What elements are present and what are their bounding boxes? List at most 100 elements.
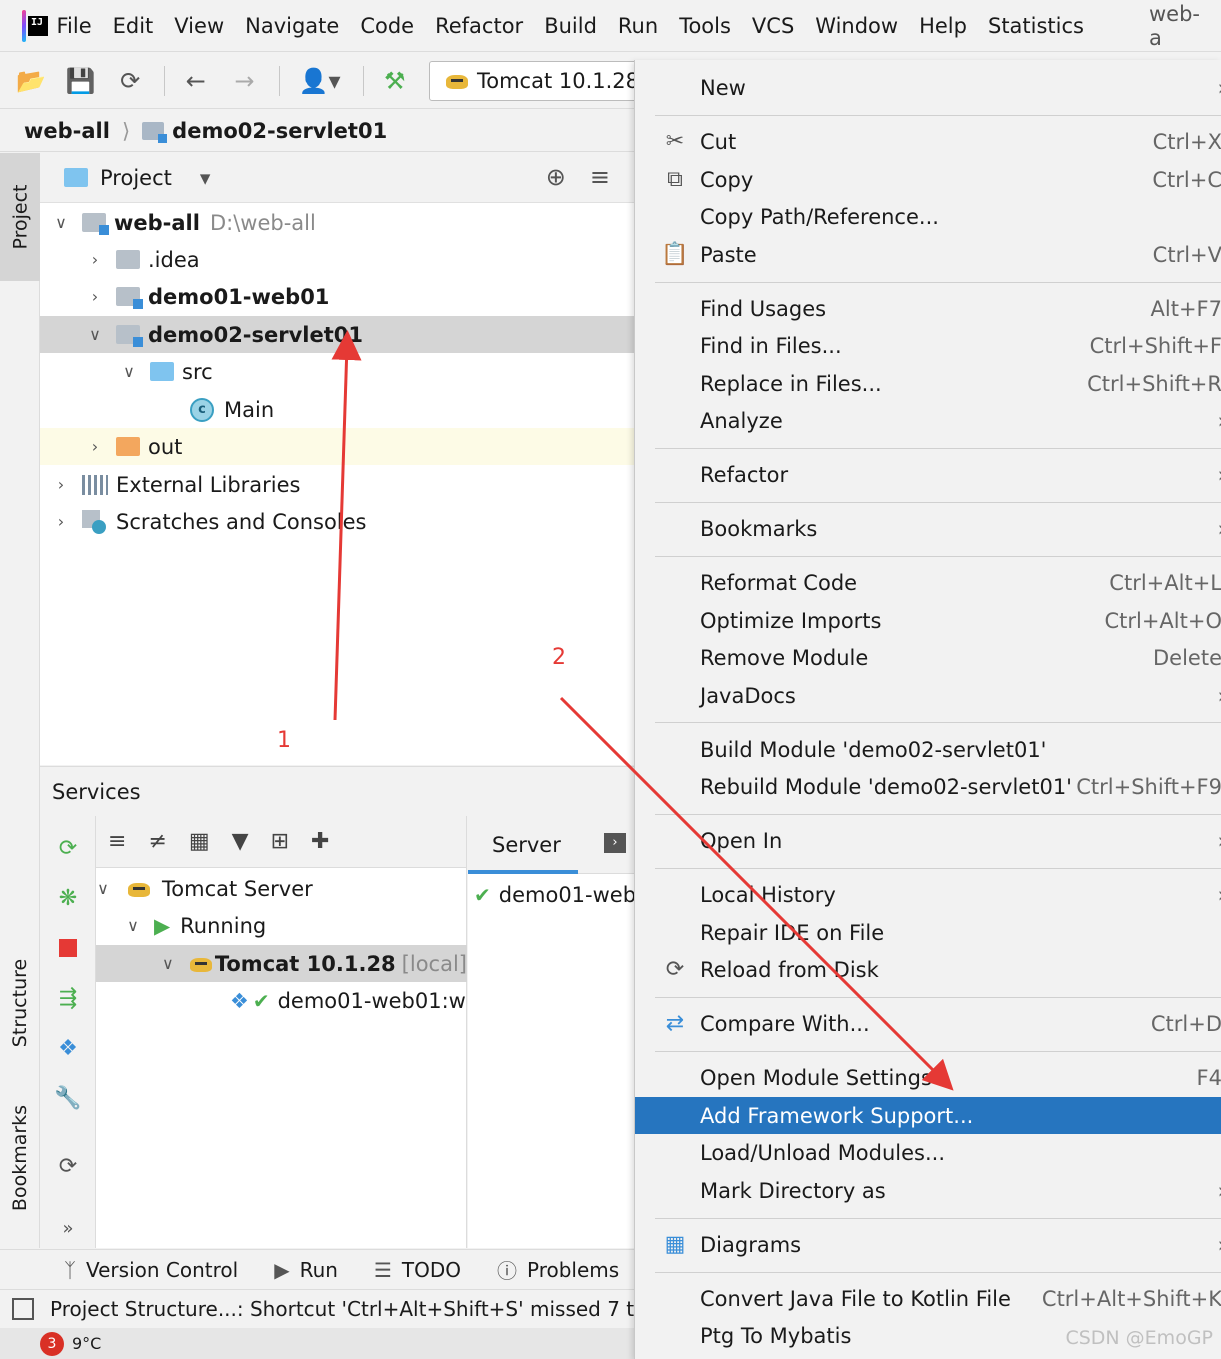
menu-item-find-in-files[interactable]: Find in Files... Ctrl+Shift+F (635, 327, 1221, 364)
menu-item-bookmarks[interactable]: Bookmarks› (635, 510, 1221, 547)
user-dropdown-icon[interactable]: 👤▾ (296, 66, 344, 96)
menu-item-compare-with[interactable]: ⇄ Compare With... Ctrl+D (635, 1005, 1221, 1042)
deploy-icon[interactable]: ⇶ (54, 984, 82, 1012)
menu-item-copy[interactable]: ⧉ Copy Ctrl+C (635, 161, 1221, 198)
menu-item-javadocs[interactable]: JavaDocs› (635, 677, 1221, 714)
menu-statistics[interactable]: Statistics (988, 14, 1084, 38)
sync-icon[interactable]: ⟳ (116, 66, 145, 96)
refresh-icon[interactable]: ⟳ (54, 1152, 82, 1180)
tab-todo[interactable]: ☰ TODO (374, 1258, 461, 1282)
menu-item-refactor[interactable]: Refactor› (635, 456, 1221, 493)
menu-code[interactable]: Code (360, 14, 414, 38)
filter-icon[interactable]: ▼ (232, 829, 249, 854)
menu-item-load-unload-modules[interactable]: Load/Unload Modules... (635, 1134, 1221, 1171)
chevron-right-icon[interactable]: › (88, 250, 102, 269)
save-all-icon[interactable]: 💾 (66, 66, 96, 96)
tree-item-main[interactable]: c Main (40, 391, 634, 428)
menu-item-build-module[interactable]: Build Module 'demo02-servlet01' (635, 731, 1221, 768)
chevron-down-icon[interactable]: ∨ (162, 954, 174, 973)
stripe-tab-project[interactable]: Project (0, 153, 40, 281)
menu-item-optimize-imports[interactable]: Optimize Imports Ctrl+Alt+O (635, 602, 1221, 639)
forward-arrow-icon[interactable]: → (230, 66, 259, 96)
chevron-down-icon[interactable]: ∨ (126, 916, 140, 935)
chevron-down-icon[interactable]: ∨ (122, 362, 136, 381)
menu-item-cut[interactable]: ✂ Cut Ctrl+X (635, 123, 1221, 160)
tree-item-external-libraries[interactable]: › External Libraries (40, 466, 634, 503)
tab-server[interactable]: Server › (468, 816, 634, 874)
chevron-down-icon[interactable]: ▾ (200, 166, 211, 190)
menu-view[interactable]: View (174, 14, 224, 38)
menu-item-repair-ide[interactable]: Repair IDE on File (635, 914, 1221, 951)
menu-item-rebuild-module[interactable]: Rebuild Module 'demo02-servlet01' Ctrl+Sh… (635, 768, 1221, 805)
menu-edit[interactable]: Edit (113, 14, 154, 38)
menu-item-copy-path[interactable]: Copy Path/Reference... (635, 198, 1221, 235)
toggle-tool-windows-icon[interactable] (12, 1297, 34, 1320)
add-icon[interactable]: ✚ (311, 829, 329, 854)
console-icon[interactable]: › (604, 833, 626, 853)
menu-item-diagrams[interactable]: ▦ Diagrams› (635, 1226, 1221, 1263)
menu-window[interactable]: Window (815, 14, 898, 38)
breadcrumb-module[interactable]: demo02-servlet01 (172, 119, 387, 143)
menu-item-paste[interactable]: 📋 Paste Ctrl+V (635, 236, 1221, 273)
wrench-icon[interactable]: 🔧 (54, 1084, 82, 1112)
tree-item-idea[interactable]: › .idea (40, 241, 634, 278)
debug-icon[interactable]: ❋ (54, 884, 82, 912)
menu-item-reformat[interactable]: Reformat Code Ctrl+Alt+L (635, 564, 1221, 601)
build-hammer-icon[interactable]: ⚒ (380, 66, 409, 96)
menu-item-local-history[interactable]: Local History› (635, 876, 1221, 913)
svc-item-artifact[interactable]: ❖ ✔ demo01-web01:w (96, 982, 467, 1019)
svc-item-tomcat-instance[interactable]: ∨ Tomcat 10.1.28 [local] (96, 945, 467, 982)
chevron-down-icon[interactable]: ∨ (96, 879, 110, 898)
menu-build[interactable]: Build (544, 14, 597, 38)
chevron-right-icon[interactable]: › (54, 512, 68, 531)
collapse-all-icon[interactable]: ≡ (590, 163, 610, 191)
chevron-down-icon[interactable]: ∨ (54, 213, 68, 232)
menu-vcs[interactable]: VCS (752, 14, 794, 38)
menu-file[interactable]: File (56, 14, 91, 38)
tree-item-scratches[interactable]: › Scratches and Consoles (40, 503, 634, 540)
tab-version-control[interactable]: ᛉ Version Control (64, 1258, 238, 1282)
intellij-logo-icon[interactable]: IJ (22, 9, 52, 42)
menu-item-find-usages[interactable]: Find Usages Alt+F7 (635, 290, 1221, 327)
tree-item-web-all[interactable]: ∨ web-all D:\web-all (40, 204, 634, 241)
group-by-icon[interactable]: ▦ (189, 829, 210, 854)
chevron-right-icon[interactable]: › (54, 475, 68, 494)
open-folder-icon[interactable]: 📂 (16, 66, 46, 96)
menu-item-open-module-settings[interactable]: Open Module Settings F4 (635, 1059, 1221, 1096)
stripe-tab-bookmarks[interactable]: Bookmarks (0, 1083, 40, 1233)
deployed-artifact-row[interactable]: ✔ demo01-web (468, 876, 636, 913)
menu-item-reload-from-disk[interactable]: ⟳ Reload from Disk (635, 951, 1221, 988)
stripe-tab-structure[interactable]: Structure (0, 933, 40, 1073)
menu-navigate[interactable]: Navigate (245, 14, 339, 38)
project-view-selector[interactable]: Project (100, 166, 172, 190)
svc-item-tomcat-server[interactable]: ∨ Tomcat Server (96, 870, 467, 907)
menu-help[interactable]: Help (919, 14, 967, 38)
svc-item-running[interactable]: ∨ ▶ Running (96, 907, 467, 944)
back-arrow-icon[interactable]: ← (181, 66, 210, 96)
run-configuration-selector[interactable]: Tomcat 10.1.28 (429, 60, 641, 101)
menu-item-open-in[interactable]: Open In› (635, 822, 1221, 859)
menu-tools[interactable]: Tools (679, 14, 731, 38)
tree-item-src[interactable]: ∨ src (40, 353, 634, 390)
menu-run[interactable]: Run (618, 14, 658, 38)
rerun-icon[interactable]: ⟳ (54, 834, 82, 862)
new-tab-icon[interactable]: ⊞ (271, 829, 289, 854)
menu-item-mark-directory[interactable]: Mark Directory as› (635, 1172, 1221, 1209)
locate-icon[interactable]: ⊕ (546, 163, 566, 191)
tab-run[interactable]: ▶ Run (274, 1258, 338, 1282)
expand-all-icon[interactable]: ≡ (108, 829, 126, 854)
chevron-right-icon[interactable]: › (88, 287, 102, 306)
artifacts-icon[interactable]: ❖ (54, 1034, 82, 1062)
menu-item-new[interactable]: New› (635, 69, 1221, 106)
tab-problems[interactable]: ⓘ Problems (497, 1255, 619, 1284)
stop-icon[interactable] (54, 934, 82, 962)
tree-item-demo02[interactable]: ∨ demo02-servlet01 (40, 316, 634, 353)
breadcrumb-root[interactable]: web-all (24, 119, 110, 143)
menu-item-analyze[interactable]: Analyze› (635, 402, 1221, 439)
menu-item-add-framework-support[interactable]: Add Framework Support... (635, 1097, 1221, 1134)
menu-item-remove-module[interactable]: Remove Module Delete (635, 639, 1221, 676)
tree-item-demo01[interactable]: › demo01-web01 (40, 278, 634, 315)
menu-item-replace-in-files[interactable]: Replace in Files... Ctrl+Shift+R (635, 365, 1221, 402)
weather-temperature[interactable]: 9°C (72, 1334, 101, 1353)
chevron-down-icon[interactable]: ∨ (88, 325, 102, 344)
